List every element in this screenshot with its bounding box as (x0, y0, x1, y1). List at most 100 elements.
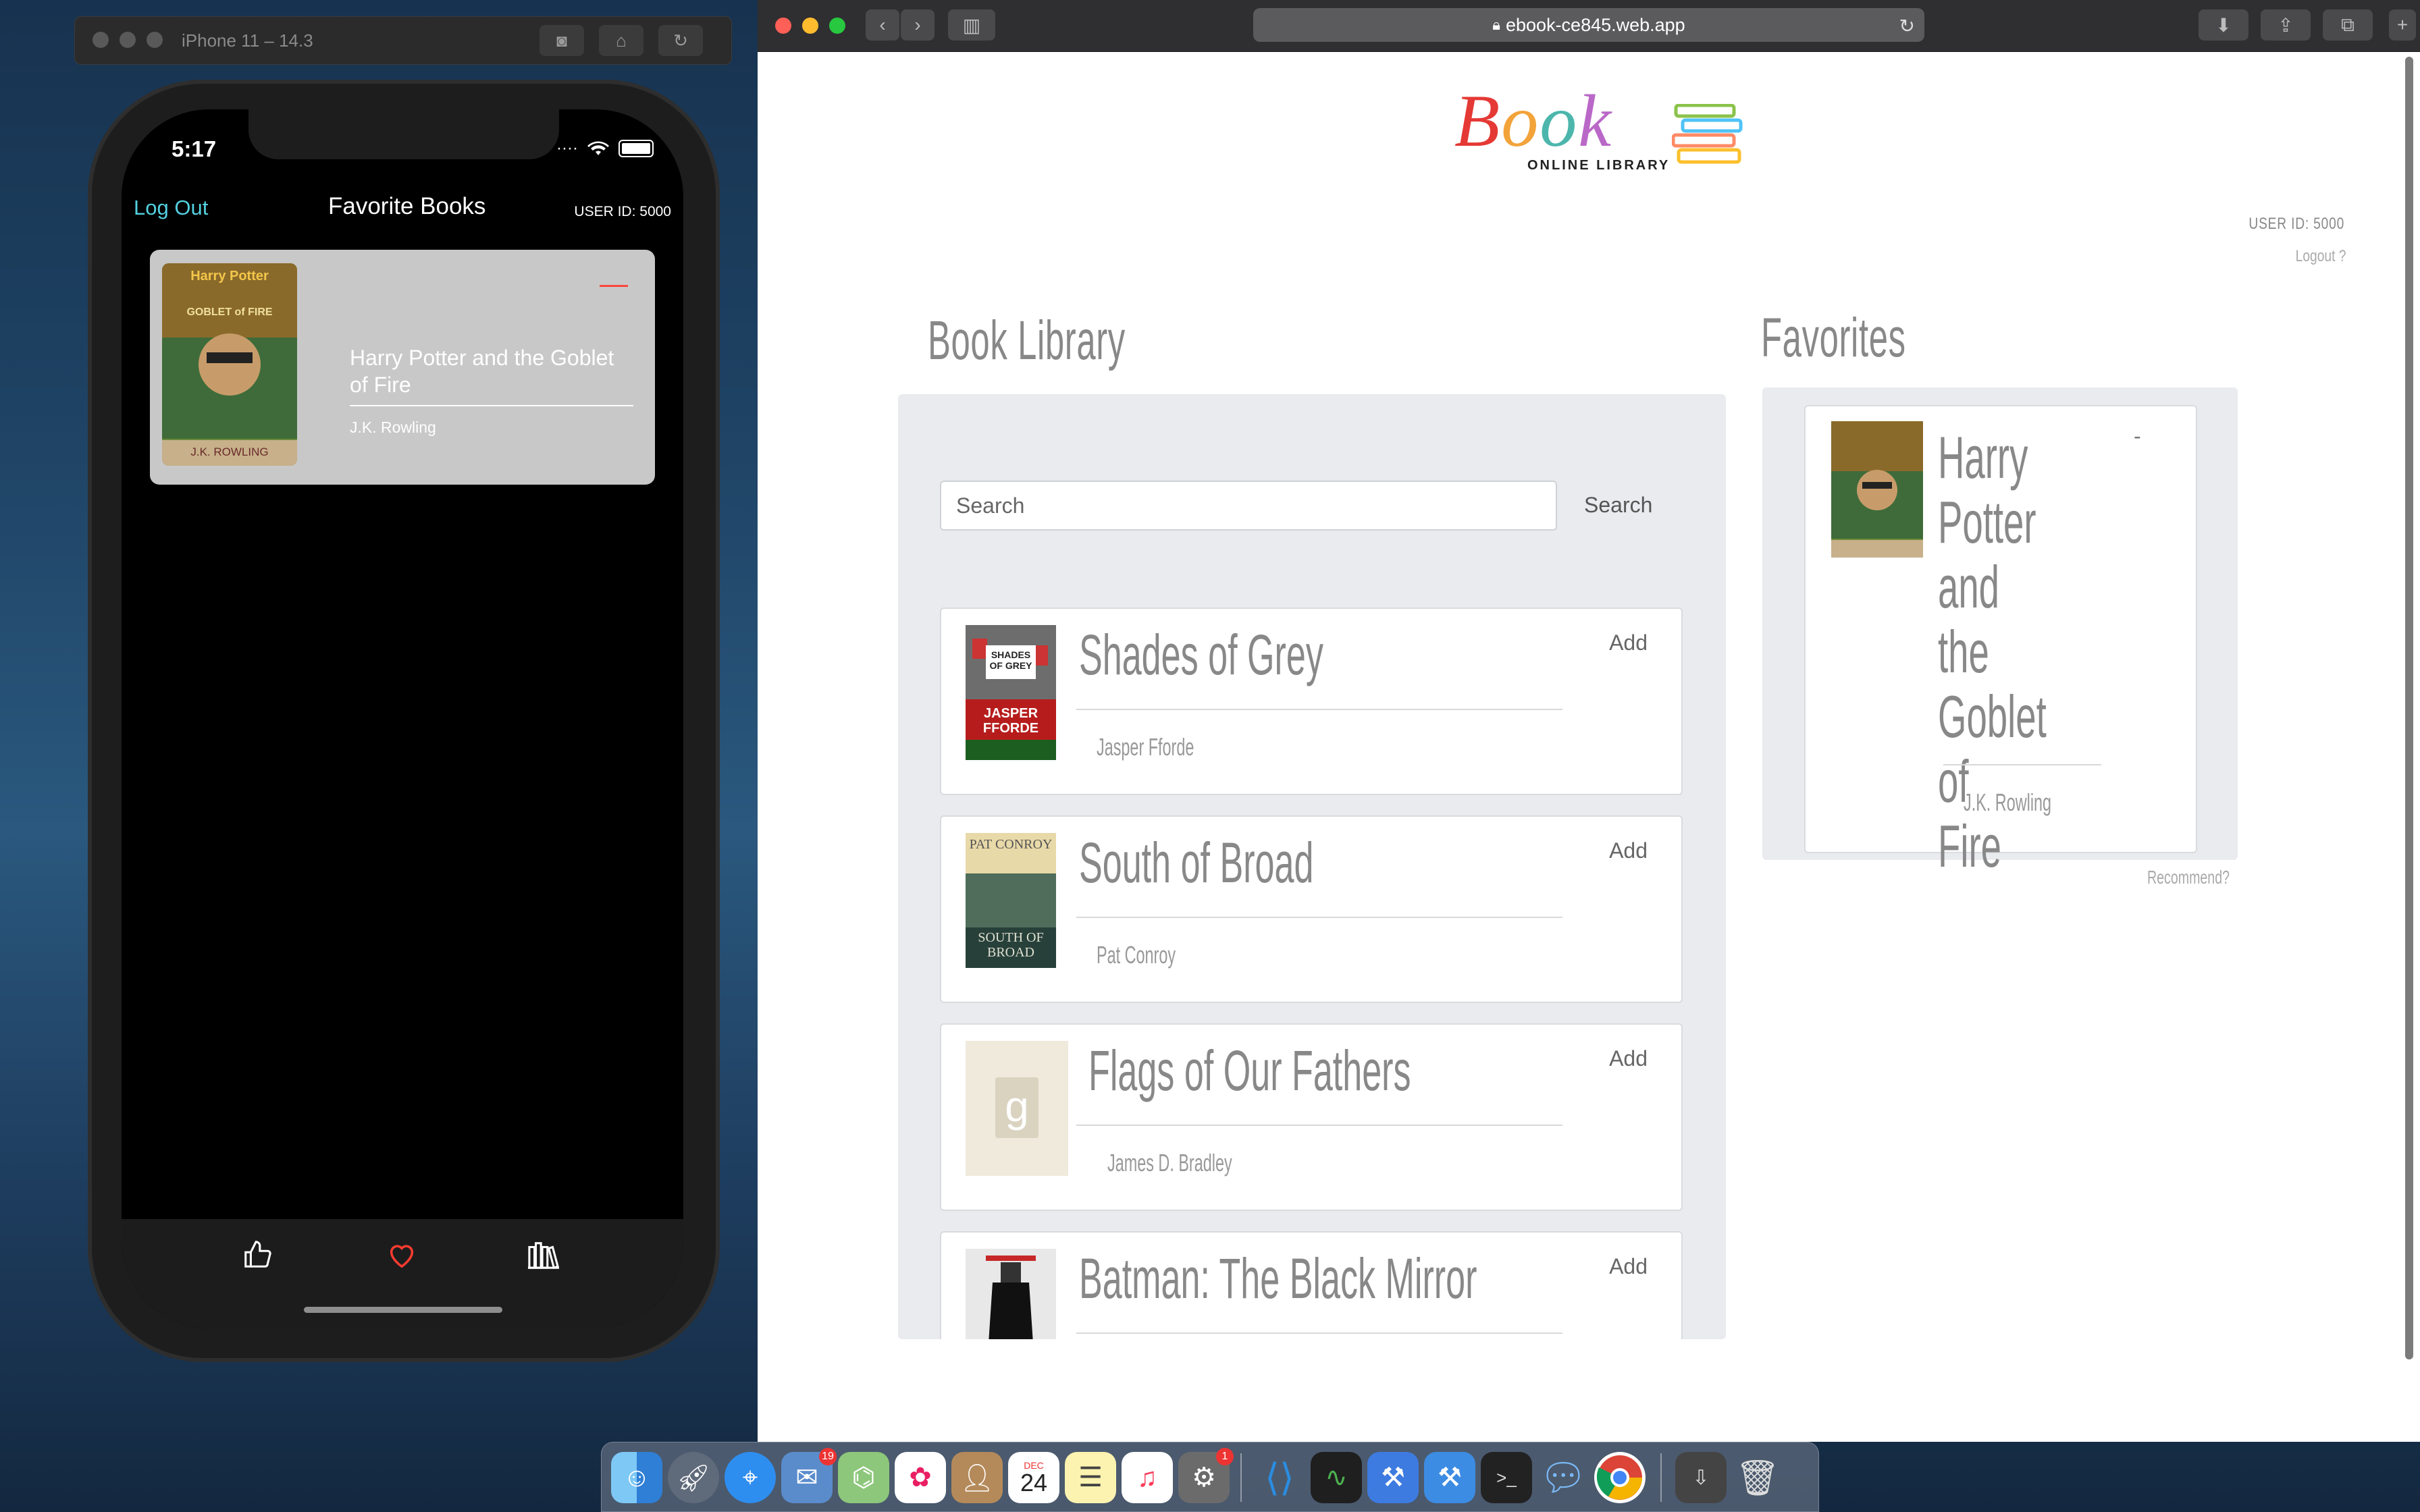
sidebar-toggle-button[interactable]: ▥ (948, 9, 995, 40)
book-card[interactable]: g Flags of Our Fathers James D. Bradley … (940, 1023, 1683, 1211)
book-title-line: Fire (1938, 813, 2001, 880)
trash-icon[interactable]: 🗑︎ (1732, 1452, 1783, 1503)
contacts-icon[interactable]: 👤︎ (951, 1452, 1003, 1503)
photos-icon[interactable]: ✿ (895, 1452, 946, 1503)
safari-icon[interactable]: ⌖ (725, 1452, 776, 1503)
dock-separator (1240, 1453, 1242, 1502)
maps-icon[interactable]: ⌬ (838, 1452, 889, 1503)
logout-button[interactable]: Log Out (134, 196, 208, 220)
book-title: Batman: The Black Mirror (1079, 1247, 1477, 1310)
tab-favorites[interactable] (378, 1231, 425, 1278)
calendar-icon[interactable]: DEC 24 (1008, 1452, 1059, 1503)
page-title: Favorite Books (328, 193, 486, 219)
remove-favorite-button[interactable]: — (600, 267, 628, 300)
book-title: Flags of Our Fathers (1088, 1039, 1411, 1102)
divider (1076, 1332, 1562, 1334)
tab-recommended[interactable] (234, 1231, 281, 1278)
url-text: ebook-ce845.web.app (1506, 14, 1685, 35)
share-icon: ⇪ (2278, 14, 2294, 36)
logo-letter: k (1578, 80, 1613, 162)
address-bar[interactable]: 🔒︎ ebook-ce845.web.app ↻ (1253, 8, 1924, 42)
logout-link[interactable]: Logout ? (2295, 247, 2346, 266)
back-button[interactable]: ‹ (866, 9, 899, 40)
prefs-badge: 1 (1216, 1448, 1234, 1465)
system-preferences-icon[interactable]: ⚙ 1 (1178, 1448, 1234, 1503)
downloads-icon[interactable]: ⇩ (1675, 1452, 1727, 1503)
cover-author-text: PAT CONROY (969, 837, 1053, 852)
book-title-line: and the (1938, 554, 2000, 685)
window-zoom-button[interactable] (147, 32, 163, 48)
terminal-icon[interactable]: >_ (1481, 1452, 1532, 1503)
favorites-heading: Favorites (1761, 307, 1906, 369)
divider (1076, 1125, 1562, 1126)
search-input[interactable] (940, 481, 1557, 531)
xcode-icon[interactable]: ⚒ (1424, 1452, 1475, 1503)
lock-icon: 🔒︎ (1492, 16, 1500, 33)
share-button[interactable]: ⇪ (2261, 9, 2311, 40)
site-logo[interactable]: Book ONLINE LIBRARY (1454, 84, 1743, 178)
plus-icon: + (2396, 14, 2409, 35)
book-title: South of Broad (1079, 831, 1314, 894)
add-button[interactable]: Add (1609, 838, 1648, 863)
favorite-book-card[interactable]: Harry Potter and the Goblet of Fire - J.… (1804, 405, 2197, 879)
sidebar-icon: ▥ (962, 14, 981, 36)
tabs-button[interactable]: ⧉ (2323, 9, 2373, 40)
mail-badge: 19 (819, 1448, 837, 1465)
user-id-label: USER ID: 5000 (574, 204, 671, 219)
window-close-button[interactable] (93, 32, 109, 48)
simulator-titlebar: iPhone 11 – 14.3 ◙ ⌂ ↻ (74, 16, 732, 65)
finder-icon[interactable]: ☺ (611, 1452, 662, 1503)
window-minimize-button[interactable] (120, 32, 136, 48)
tab-library[interactable] (520, 1231, 567, 1278)
home-icon[interactable]: ⌂ (599, 25, 643, 56)
vscode-icon[interactable]: ⟨⟩ (1254, 1452, 1305, 1503)
book-card[interactable]: Batman: The Black Mirror Add (940, 1231, 1683, 1339)
instruments-icon[interactable]: ⚒ (1367, 1452, 1419, 1503)
placeholder-book-icon: g (995, 1077, 1038, 1138)
window-close-button[interactable] (775, 18, 791, 34)
add-button[interactable]: Add (1609, 630, 1648, 655)
dock: ☺ 🚀︎ ⌖ ✉ 19 ⌬ ✿ 👤︎ DEC 24 ☰ ♫ ⚙ 1 ⟨⟩ ∿ ⚒ ⚒… (601, 1442, 1819, 1512)
cover-title-text: SOUTH OF BROAD (978, 930, 1044, 960)
downloads-button[interactable]: ⬇ (2199, 9, 2248, 40)
notes-icon[interactable]: ☰ (1065, 1452, 1116, 1503)
library-icon (528, 1242, 559, 1270)
page-scrollbar[interactable] (2405, 57, 2413, 1359)
activity-monitor-icon[interactable]: ∿ (1311, 1452, 1362, 1503)
tabs-icon: ⧉ (2341, 14, 2355, 35)
cover-title-text: SHADES OF GREY (989, 649, 1032, 671)
goblet-cover-art (162, 263, 297, 466)
new-tab-button[interactable]: + (2389, 9, 2416, 40)
cover-series-text: Harry Potter (190, 269, 269, 284)
book-card[interactable]: SHADES OF GREY JASPER FFORDE Shades of G… (940, 608, 1683, 795)
chrome-icon[interactable] (1594, 1452, 1646, 1503)
recommend-link[interactable]: Recommend? (2147, 867, 2230, 888)
book-author: J.K. Rowling (1964, 788, 2052, 816)
add-button[interactable]: Add (1609, 1254, 1648, 1279)
favorites-panel: Harry Potter and the Goblet of Fire - J.… (1762, 387, 2238, 879)
rotate-icon[interactable]: ↻ (658, 25, 703, 56)
heart-icon (390, 1245, 414, 1268)
favorite-book-card[interactable]: Harry Potter GOBLET of FIRE J.K. ROWLING… (150, 250, 655, 485)
book-author: J.K. Rowling (350, 418, 436, 436)
music-icon[interactable]: ♫ (1122, 1452, 1173, 1503)
remove-favorite-button[interactable]: - (2134, 424, 2141, 449)
add-button[interactable]: Add (1609, 1046, 1648, 1071)
cover-subtitle-text: GOBLET of FIRE (186, 306, 273, 318)
forward-button[interactable]: › (901, 9, 935, 40)
placeholder-cover: g (966, 1041, 1068, 1176)
launchpad-icon[interactable]: 🚀︎ (668, 1452, 719, 1503)
window-zoom-button[interactable] (829, 18, 845, 34)
cover-author-text: J.K. ROWLING (190, 446, 269, 458)
reload-icon[interactable]: ↻ (1899, 15, 1915, 37)
home-indicator (304, 1307, 502, 1313)
browser-toolbar: ‹ › ▥ 🔒︎ ebook-ce845.web.app ↻ ⬇ ⇪ ⧉ + (758, 0, 2420, 52)
screenshot-icon[interactable]: ◙ (540, 25, 584, 56)
window-minimize-button[interactable] (802, 18, 818, 34)
book-title-line: Potter (1938, 489, 2036, 556)
logo-word: Book (1454, 84, 1612, 158)
book-card[interactable]: PAT CONROY SOUTH OF BROAD South of Broad… (940, 815, 1683, 1003)
mail-icon[interactable]: ✉ 19 (781, 1448, 837, 1503)
search-button[interactable]: Search (1584, 493, 1652, 518)
messages-icon[interactable]: 💬︎ (1537, 1452, 1589, 1503)
